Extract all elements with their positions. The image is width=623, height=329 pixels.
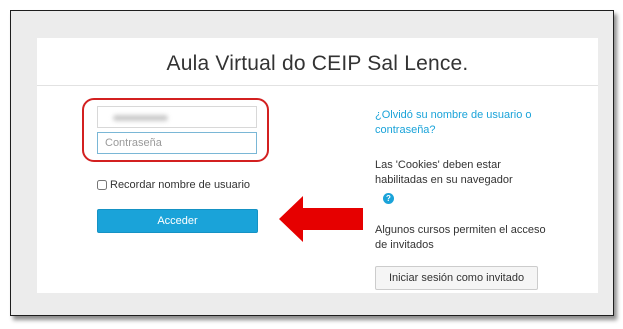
login-card: Aula Virtual do CEIP Sal Lence. Recordar…	[37, 38, 598, 293]
blurred-username	[113, 115, 168, 121]
password-input[interactable]	[97, 132, 257, 154]
guest-login-button[interactable]: Iniciar sesión como invitado	[375, 266, 538, 290]
page-title: Aula Virtual do CEIP Sal Lence.	[166, 52, 469, 75]
title-divider	[37, 85, 598, 86]
question-circle-icon[interactable]: ?	[383, 193, 394, 204]
window-frame: Aula Virtual do CEIP Sal Lence. Recordar…	[10, 10, 614, 316]
left-arrow-icon	[279, 196, 363, 242]
remember-label: Recordar nombre de usuario	[110, 179, 251, 191]
forgot-credentials-link[interactable]: ¿Olvidó su nombre de usuario o contraseñ…	[375, 108, 555, 138]
guest-access-notice: Algunos cursos permiten el acceso de inv…	[375, 224, 546, 251]
cookies-notice: Las 'Cookies' deben estar habilitadas en…	[375, 159, 513, 186]
remember-username[interactable]: Recordar nombre de usuario	[97, 179, 250, 191]
login-button[interactable]: Acceder	[97, 209, 258, 233]
remember-checkbox[interactable]	[97, 180, 107, 190]
